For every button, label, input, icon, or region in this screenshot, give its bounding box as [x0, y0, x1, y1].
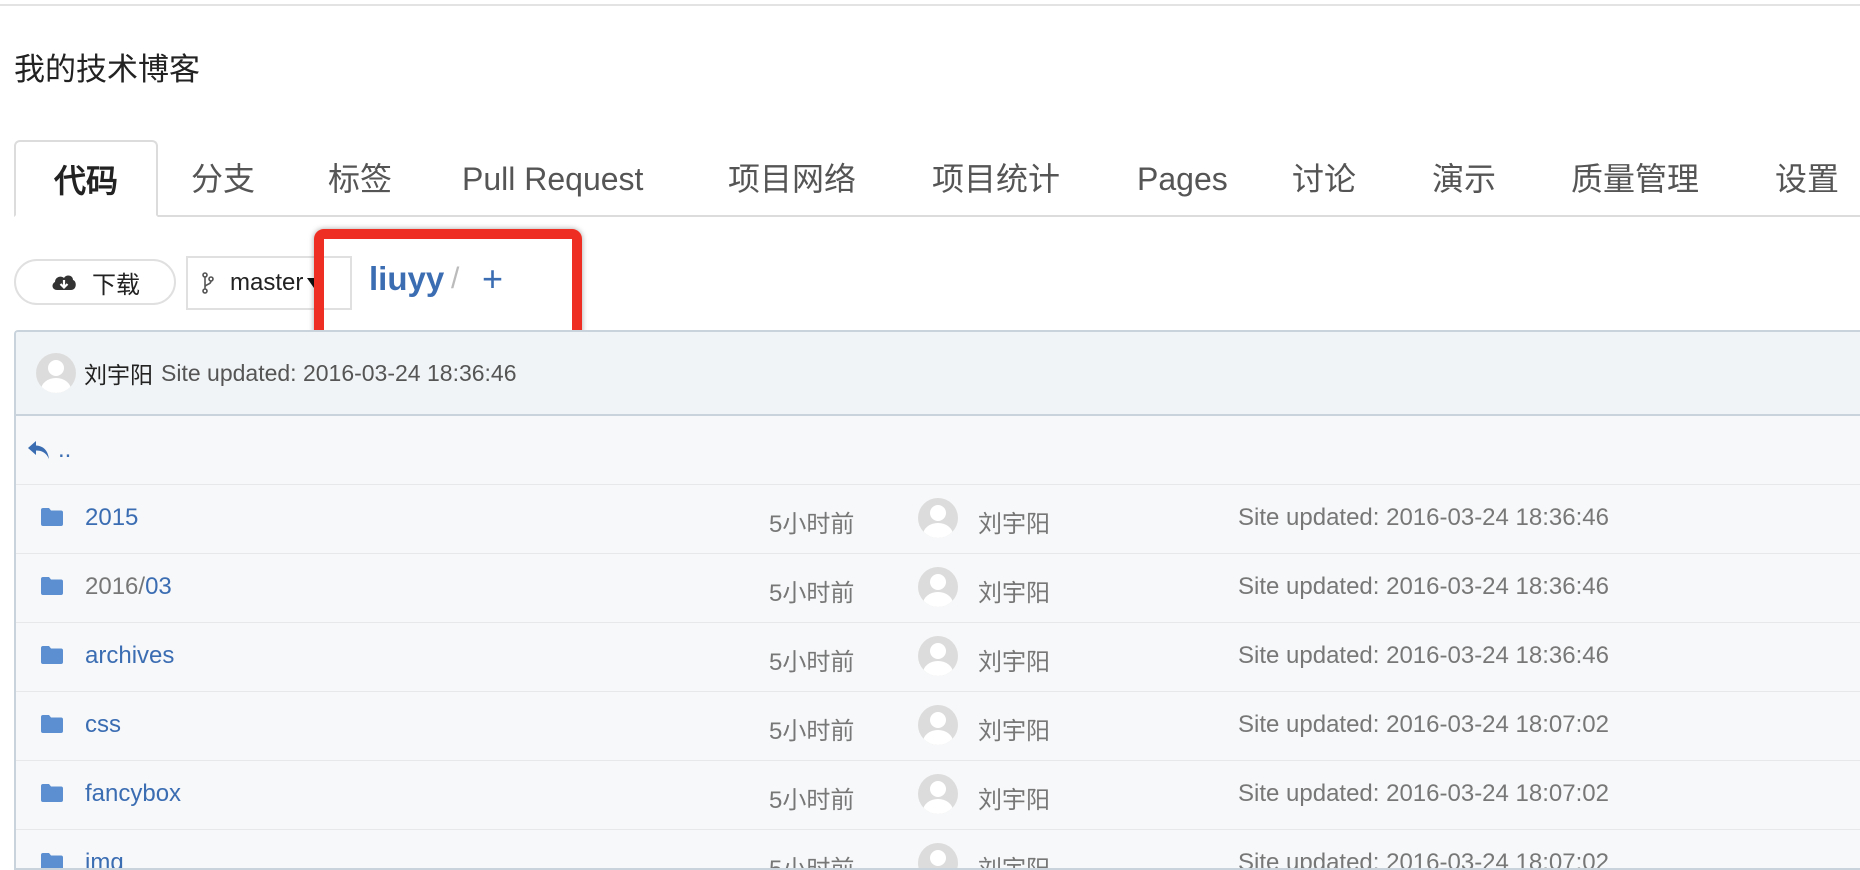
file-commit-message[interactable]: Site updated: 2016-03-24 18:36:46: [1238, 642, 1609, 670]
tab-settings[interactable]: 设置: [1737, 140, 1860, 215]
parent-link[interactable]: ..: [58, 436, 71, 464]
file-time: 5小时前: [769, 718, 855, 745]
latest-commit-bar: 刘宇阳 Site updated: 2016-03-24 18:36:46: [16, 332, 1860, 416]
tab-bar: 代码 分支 标签 Pull Request 项目网络 项目统计 Pages 讨论…: [14, 140, 1860, 217]
file-name[interactable]: fancybox: [85, 780, 181, 808]
file-time: 5小时前: [769, 649, 855, 676]
file-commit-message[interactable]: Site updated: 2016-03-24 18:36:46: [1238, 573, 1609, 601]
top-divider: [0, 4, 1860, 6]
avatar: [918, 636, 958, 676]
avatar: [918, 498, 958, 538]
download-label: 下载: [92, 271, 140, 299]
file-name[interactable]: 2016/03: [85, 573, 172, 601]
tab-pull-request[interactable]: Pull Request: [424, 140, 681, 215]
avatar: [918, 705, 958, 745]
folder-icon: [41, 853, 63, 868]
avatar: [918, 774, 958, 814]
tab-stats[interactable]: 项目统计: [894, 140, 1098, 215]
file-commit-message[interactable]: Site updated: 2016-03-24 18:07:02: [1238, 711, 1609, 739]
folder-icon: [41, 508, 63, 526]
branch-name: master: [230, 269, 304, 296]
branch-icon: [202, 272, 214, 294]
table-row[interactable]: archives 5小时前 刘宇阳 Site updated: 2016-03-…: [16, 623, 1860, 692]
file-time: 5小时前: [769, 856, 855, 870]
tab-network[interactable]: 项目网络: [690, 140, 894, 215]
table-row[interactable]: fancybox 5小时前 刘宇阳 Site updated: 2016-03-…: [16, 761, 1860, 830]
commit-author[interactable]: 刘宇阳: [84, 356, 153, 390]
highlight-annotation: [314, 229, 582, 341]
file-table: 刘宇阳 Site updated: 2016-03-24 18:36:46 ..…: [14, 330, 1860, 870]
table-row[interactable]: 2015 5小时前 刘宇阳 Site updated: 2016-03-24 1…: [16, 485, 1860, 554]
table-row[interactable]: css 5小时前 刘宇阳 Site updated: 2016-03-24 18…: [16, 692, 1860, 761]
tab-branches[interactable]: 分支: [153, 140, 293, 215]
file-name[interactable]: img: [85, 849, 124, 868]
download-button[interactable]: 下载: [14, 259, 176, 305]
page-title: 我的技术博客: [14, 52, 200, 87]
file-name[interactable]: css: [85, 711, 121, 739]
tab-quality[interactable]: 质量管理: [1533, 140, 1737, 215]
folder-icon: [41, 646, 63, 664]
cloud-download-icon: [52, 275, 76, 290]
file-author[interactable]: 刘宇阳: [978, 642, 1050, 677]
parent-directory-row[interactable]: ..: [16, 416, 1860, 485]
folder-icon: [41, 715, 63, 733]
reply-arrow-icon: [28, 441, 49, 459]
folder-icon: [41, 577, 63, 595]
commit-message[interactable]: Site updated: 2016-03-24 18:36:46: [161, 360, 517, 387]
table-row[interactable]: img 5小时前 刘宇阳 Site updated: 2016-03-24 18…: [16, 830, 1860, 870]
file-commit-message[interactable]: Site updated: 2016-03-24 18:07:02: [1238, 849, 1609, 868]
file-author[interactable]: 刘宇阳: [978, 711, 1050, 746]
tab-tags[interactable]: 标签: [290, 140, 430, 215]
file-time: 5小时前: [769, 511, 855, 538]
file-commit-message[interactable]: Site updated: 2016-03-24 18:36:46: [1238, 504, 1609, 532]
file-name-leaf[interactable]: 03: [145, 573, 172, 600]
table-row[interactable]: 2016/03 5小时前 刘宇阳 Site updated: 2016-03-2…: [16, 554, 1860, 623]
file-author[interactable]: 刘宇阳: [978, 573, 1050, 608]
file-time: 5小时前: [769, 787, 855, 814]
file-time: 5小时前: [769, 580, 855, 607]
folder-icon: [41, 784, 63, 802]
avatar: [918, 843, 958, 868]
file-author[interactable]: 刘宇阳: [978, 849, 1050, 868]
file-commit-message[interactable]: Site updated: 2016-03-24 18:07:02: [1238, 780, 1609, 808]
tab-demo[interactable]: 演示: [1394, 140, 1534, 215]
avatar: [36, 353, 76, 393]
file-name[interactable]: 2015: [85, 504, 138, 532]
file-author[interactable]: 刘宇阳: [978, 780, 1050, 815]
file-name[interactable]: archives: [85, 642, 174, 670]
tab-pages[interactable]: Pages: [1099, 140, 1266, 215]
file-author[interactable]: 刘宇阳: [978, 504, 1050, 539]
avatar: [918, 567, 958, 607]
tab-code[interactable]: 代码: [14, 140, 159, 217]
tab-discussion[interactable]: 讨论: [1254, 140, 1394, 215]
file-name-prefix: 2016/: [85, 573, 146, 600]
